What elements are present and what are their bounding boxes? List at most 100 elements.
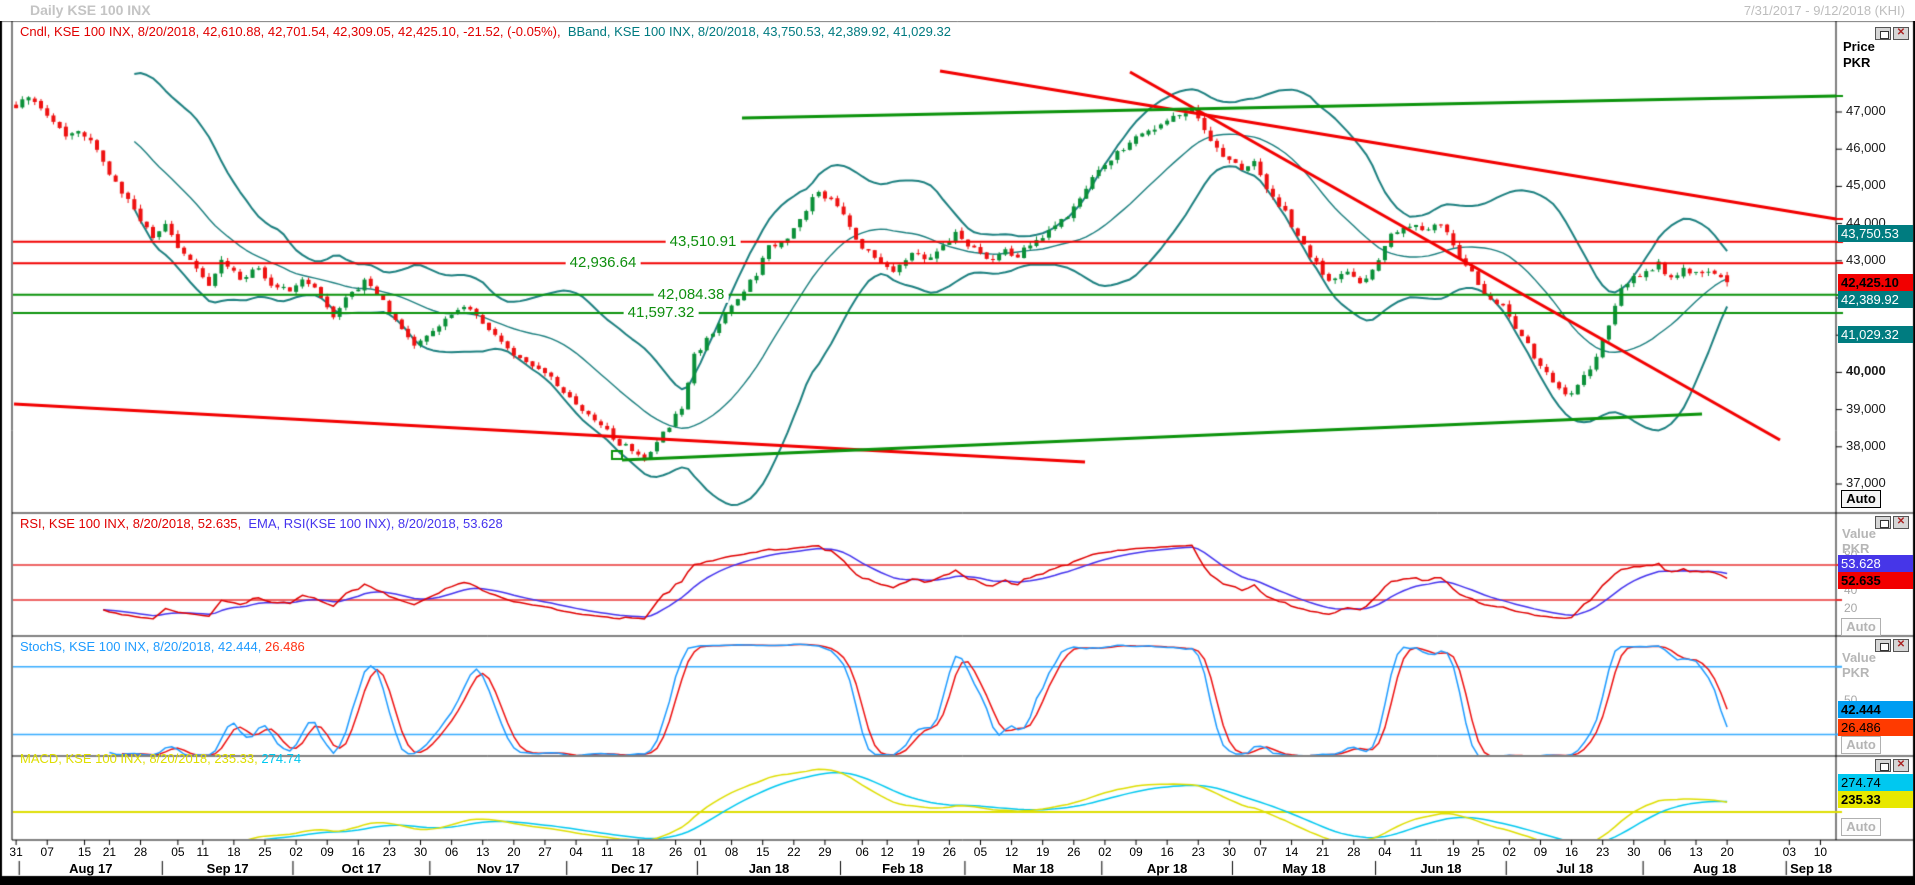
axis-value-badge: 42,389.92 [1838, 291, 1913, 308]
macd-legend[interactable]: MACD, KSE 100 INX, 8/20/2018, 235.33, 27… [20, 752, 301, 766]
close-icon: ✕ [1894, 27, 1908, 38]
price-tick-label: 38,000 [1846, 439, 1886, 453]
x-axis-day-label: 09 [1123, 846, 1149, 859]
x-axis-day-label: 23 [1185, 846, 1211, 859]
macd-pane-minimize-icon[interactable] [1875, 759, 1891, 772]
x-axis-day-label: 22 [781, 846, 807, 859]
legend-part: RSI, KSE 100 INX, 8/20/2018, 52.635, [20, 516, 248, 531]
restore-icon [1880, 520, 1889, 528]
x-axis-day-label: 04 [1372, 846, 1398, 859]
x-axis-day-label: 05 [967, 846, 993, 859]
x-axis-month-label: Aug 17 [46, 862, 136, 876]
x-axis-day-label: 02 [1092, 846, 1118, 859]
stoch-axis-currency: PKR [1842, 666, 1869, 680]
axis-value-badge: 43,750.53 [1838, 225, 1913, 242]
price-tick-label: 45,000 [1846, 178, 1886, 192]
stoch-auto-scale-button[interactable]: Auto [1841, 736, 1881, 754]
x-axis-month-label: Feb 18 [858, 862, 948, 876]
restore-icon [1880, 31, 1889, 39]
x-axis-day-label: 21 [1310, 846, 1336, 859]
main-pane-minimize-icon[interactable] [1875, 27, 1891, 40]
main-chart-legend[interactable]: Cndl, KSE 100 INX, 8/20/2018, 42,610.88,… [20, 25, 951, 39]
price-tick-label: 47,000 [1846, 104, 1886, 118]
rsi-tick-label: 20 [1844, 602, 1857, 615]
axis-value-badge: 274.74 [1838, 774, 1913, 791]
axis-value-badge: 26.486 [1838, 719, 1913, 736]
axis-value-badge: 235.33 [1838, 791, 1913, 808]
x-axis-month-label: May 18 [1259, 862, 1349, 876]
x-axis-day-label: 02 [1496, 846, 1522, 859]
macd-pane-close-icon[interactable]: ✕ [1893, 759, 1909, 772]
x-axis-day-label: 26 [663, 846, 689, 859]
x-axis-day-label: 03 [1776, 846, 1802, 859]
x-axis-day-label: 23 [376, 846, 402, 859]
x-axis-month-label: Apr 18 [1122, 862, 1212, 876]
axis-value-badge: 42.444 [1838, 701, 1913, 718]
x-axis-day-label: 25 [252, 846, 278, 859]
legend-part: Cndl, KSE 100 INX, 8/20/2018, 42,610.88,… [20, 24, 568, 39]
price-tick-label: 40,000 [1846, 364, 1886, 378]
price-auto-scale-button[interactable]: Auto [1841, 490, 1881, 508]
x-axis-day-label: 09 [1527, 846, 1553, 859]
x-axis-day-label: 19 [1030, 846, 1056, 859]
rsi-auto-scale-button[interactable]: Auto [1841, 618, 1881, 636]
macd-auto-scale-button[interactable]: Auto [1841, 818, 1881, 836]
main-pane-close-icon[interactable]: ✕ [1893, 27, 1909, 40]
restore-icon [1880, 763, 1889, 771]
rsi-legend[interactable]: RSI, KSE 100 INX, 8/20/2018, 52.635, EMA… [20, 517, 503, 531]
x-axis-day-label: 31 [3, 846, 29, 859]
x-axis-day-label: 07 [34, 846, 60, 859]
rsi-axis-title: Value [1842, 527, 1876, 541]
x-axis-month-label: Oct 17 [316, 862, 406, 876]
close-icon: ✕ [1894, 759, 1908, 770]
legend-part: MACD, KSE 100 INX, 8/20/2018, 235.33, [20, 751, 261, 766]
legend-part: 26.486 [265, 639, 305, 654]
x-axis-day-label: 20 [501, 846, 527, 859]
x-axis-day-label: 16 [1559, 846, 1585, 859]
x-axis-day-label: 04 [563, 846, 589, 859]
x-axis-day-label: 19 [1440, 846, 1466, 859]
close-icon: ✕ [1894, 516, 1908, 527]
price-tick-label: 37,000 [1846, 476, 1886, 490]
x-axis-day-label: 18 [221, 846, 247, 859]
x-axis-day-label: 20 [1714, 846, 1740, 859]
price-tick-label: 39,000 [1846, 402, 1886, 416]
x-axis-day-label: 10 [1807, 846, 1833, 859]
window-title: Daily KSE 100 INX [30, 3, 151, 18]
x-axis-day-label: 12 [874, 846, 900, 859]
x-axis-month-label: Jan 18 [724, 862, 814, 876]
x-axis-day-label: 19 [905, 846, 931, 859]
x-axis-day-label: 26 [936, 846, 962, 859]
legend-part: BBand, KSE 100 INX, 8/20/2018, 43,750.53… [568, 24, 951, 39]
x-axis-day-label: 08 [719, 846, 745, 859]
x-axis-day-label: 13 [470, 846, 496, 859]
x-axis-day-label: 01 [688, 846, 714, 859]
stoch-legend[interactable]: StochS, KSE 100 INX, 8/20/2018, 42.444, … [20, 640, 305, 654]
x-axis-day-label: 12 [999, 846, 1025, 859]
support-resistance-label: 42,084.38 [654, 287, 729, 304]
axis-value-badge: 42,425.10 [1838, 274, 1913, 291]
x-axis-month-label: Jul 18 [1530, 862, 1620, 876]
x-axis-day-label: 16 [345, 846, 371, 859]
price-tick-label: 43,000 [1846, 253, 1886, 267]
x-axis-day-label: 07 [1247, 846, 1273, 859]
stoch-pane-minimize-icon[interactable] [1875, 639, 1891, 652]
x-axis-day-label: 11 [594, 846, 620, 859]
chart-window: Daily KSE 100 INX 7/31/2017 - 9/12/2018 … [0, 0, 1915, 885]
x-axis-day-label: 30 [1216, 846, 1242, 859]
x-axis-day-label: 25 [1465, 846, 1491, 859]
x-axis-day-label: 27 [532, 846, 558, 859]
x-axis-day-label: 29 [812, 846, 838, 859]
x-axis-day-label: 23 [1590, 846, 1616, 859]
x-axis-day-label: 06 [1652, 846, 1678, 859]
stoch-pane-close-icon[interactable]: ✕ [1893, 639, 1909, 652]
x-axis-day-label: 06 [439, 846, 465, 859]
rsi-pane-close-icon[interactable]: ✕ [1893, 516, 1909, 529]
x-axis-month-label: Dec 17 [587, 862, 677, 876]
x-axis-month-label: Sep 17 [183, 862, 273, 876]
x-axis-day-label: 30 [408, 846, 434, 859]
title-bar[interactable]: Daily KSE 100 INX 7/31/2017 - 9/12/2018 … [0, 0, 1915, 21]
rsi-pane-minimize-icon[interactable] [1875, 516, 1891, 529]
price-axis-title: Price [1843, 40, 1875, 54]
price-tick-label: 46,000 [1846, 141, 1886, 155]
